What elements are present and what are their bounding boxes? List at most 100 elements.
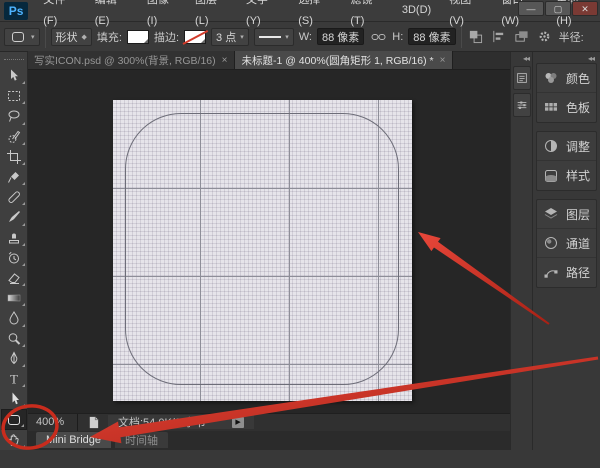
maximize-button[interactable]: ▢	[545, 1, 571, 16]
swatch-corner-icon	[144, 39, 148, 43]
svg-text:T: T	[10, 372, 18, 387]
toolbox-grip[interactable]	[4, 59, 24, 62]
panel-label: 路径	[566, 264, 590, 281]
styles-panel-button[interactable]: 样式	[537, 161, 596, 190]
menu-image[interactable]: 图像(I)	[138, 0, 186, 32]
document-tab-1[interactable]: 写实ICON.psd @ 300%(背景, RGB/16) ×	[28, 51, 235, 69]
swatch-corner-icon	[201, 39, 205, 43]
properties-panel-button[interactable]	[513, 93, 531, 117]
mini-bridge-tab[interactable]: Mini Bridge	[36, 432, 111, 448]
color-panel-button[interactable]: 颜色	[537, 64, 596, 93]
rounded-rectangle-preset-icon	[9, 28, 27, 46]
menu-select[interactable]: 选择(S)	[289, 0, 341, 32]
width-label: W:	[299, 31, 312, 43]
document-tab-bar: 写实ICON.psd @ 300%(背景, RGB/16) × 未标题-1 @ …	[28, 52, 510, 70]
panel-group-color: 颜色 色板	[536, 63, 597, 123]
history-panel-button[interactable]	[513, 66, 531, 90]
minimize-button[interactable]: —	[518, 1, 544, 16]
panel-label: 颜色	[566, 70, 590, 87]
expand-panels-icon[interactable]: ◂◂	[536, 54, 597, 63]
menu-3d[interactable]: 3D(D)	[393, 0, 440, 21]
chevron-down-icon: ▾	[31, 33, 35, 41]
document-size-text: 文档:54.0K/0 字节	[118, 414, 206, 430]
brush-tool[interactable]	[1, 207, 27, 227]
document-status-icon[interactable]	[84, 413, 102, 431]
solid-line-icon	[259, 36, 281, 38]
close-button[interactable]: ✕	[572, 1, 598, 16]
canvas-viewport[interactable]	[28, 70, 510, 413]
layers-icon	[542, 205, 560, 223]
timeline-tab[interactable]: 时间轴	[115, 432, 168, 448]
rounded-rectangle-path[interactable]	[125, 113, 399, 385]
eyedropper-tool[interactable]	[1, 167, 27, 187]
pen-tool[interactable]	[1, 349, 27, 369]
panel-label: 图层	[566, 206, 590, 223]
menu-edit[interactable]: 编辑(E)	[86, 0, 138, 32]
channels-icon	[542, 234, 560, 252]
chevron-down-icon: ▾	[240, 33, 244, 41]
panel-dock: ◂◂ 颜色 色板 调整 样式 图层	[532, 52, 600, 450]
type-tool[interactable]: T	[1, 369, 27, 389]
workspace: T 写实ICON.psd @ 300%(背景, RGB/16) × 未标题-1 …	[0, 52, 600, 450]
adjustments-panel-button[interactable]: 调整	[537, 132, 596, 161]
toolbox: T	[0, 52, 28, 450]
channels-panel-button[interactable]: 通道	[537, 229, 596, 258]
document-info: 文档:54.0K/0 字节 ▶	[108, 415, 254, 429]
document-canvas[interactable]	[113, 100, 412, 401]
clone-stamp-tool[interactable]	[1, 228, 27, 248]
history-brush-tool[interactable]	[1, 248, 27, 268]
tab-close-icon[interactable]: ×	[221, 55, 229, 66]
menu-file[interactable]: 文件(F)	[34, 0, 86, 32]
window-controls: — ▢ ✕	[518, 1, 598, 16]
expand-panels-icon[interactable]: ◂◂	[511, 54, 532, 63]
quick-selection-tool[interactable]	[1, 127, 27, 147]
panel-label: 样式	[566, 167, 590, 184]
gradient-tool[interactable]	[1, 288, 27, 308]
adjustments-icon	[542, 137, 560, 155]
swatches-grid-icon	[542, 99, 560, 117]
menu-bar: Ps 文件(F) 编辑(E) 图像(I) 图层(L) 文字(Y) 选择(S) 滤…	[0, 0, 600, 22]
height-label: H:	[392, 31, 403, 43]
healing-brush-tool[interactable]	[1, 187, 27, 207]
menu-view[interactable]: 视图(V)	[440, 0, 492, 32]
chevron-updown-icon: ◆	[82, 33, 87, 41]
status-bar: 400% 文档:54.0K/0 字节 ▶	[28, 413, 510, 431]
rounded-rectangle-tool[interactable]	[1, 409, 27, 429]
hand-tool[interactable]	[1, 430, 27, 450]
swatches-panel-button[interactable]: 色板	[537, 93, 596, 122]
tab-title: 未标题-1 @ 400%(圆角矩形 1, RGB/16) *	[241, 53, 433, 68]
zoom-level-field[interactable]: 400%	[36, 414, 78, 431]
tab-close-icon[interactable]: ×	[439, 55, 447, 66]
styles-icon	[542, 167, 560, 185]
tab-title: 写实ICON.psd @ 300%(背景, RGB/16)	[34, 53, 216, 68]
panel-group-adjust: 调整 样式	[536, 131, 597, 191]
layers-panel-button[interactable]: 图层	[537, 200, 596, 229]
panel-group-layers: 图层 通道 路径	[536, 199, 597, 288]
menu-layer[interactable]: 图层(L)	[186, 0, 237, 32]
collapsed-dock-strip: ◂◂	[510, 52, 532, 450]
document-tab-2[interactable]: 未标题-1 @ 400%(圆角矩形 1, RGB/16) * ×	[235, 51, 453, 69]
chevron-down-icon: ▾	[285, 33, 289, 41]
paths-panel-button[interactable]: 路径	[537, 258, 596, 287]
dodge-tool[interactable]	[1, 329, 27, 349]
menu-filter[interactable]: 滤镜(T)	[341, 0, 393, 32]
panel-label: 调整	[566, 138, 590, 155]
path-selection-tool[interactable]	[1, 389, 27, 409]
bottom-panel-tabs: Mini Bridge 时间轴	[28, 431, 510, 450]
marquee-tool[interactable]	[1, 86, 27, 106]
paths-icon	[542, 264, 560, 282]
status-flyout-icon[interactable]: ▶	[232, 417, 244, 428]
crop-tool[interactable]	[1, 147, 27, 167]
photoshop-logo: Ps	[4, 2, 28, 20]
panel-label: 色板	[566, 99, 590, 116]
color-wheel-icon	[542, 69, 560, 87]
lasso-tool[interactable]	[1, 106, 27, 126]
panel-label: 通道	[566, 235, 590, 252]
eraser-tool[interactable]	[1, 268, 27, 288]
move-tool[interactable]	[1, 66, 27, 86]
document-area: 写实ICON.psd @ 300%(背景, RGB/16) × 未标题-1 @ …	[28, 52, 510, 450]
fill-swatch[interactable]	[127, 30, 149, 44]
stroke-swatch[interactable]	[184, 30, 206, 44]
menu-type[interactable]: 文字(Y)	[237, 0, 289, 32]
blur-tool[interactable]	[1, 308, 27, 328]
